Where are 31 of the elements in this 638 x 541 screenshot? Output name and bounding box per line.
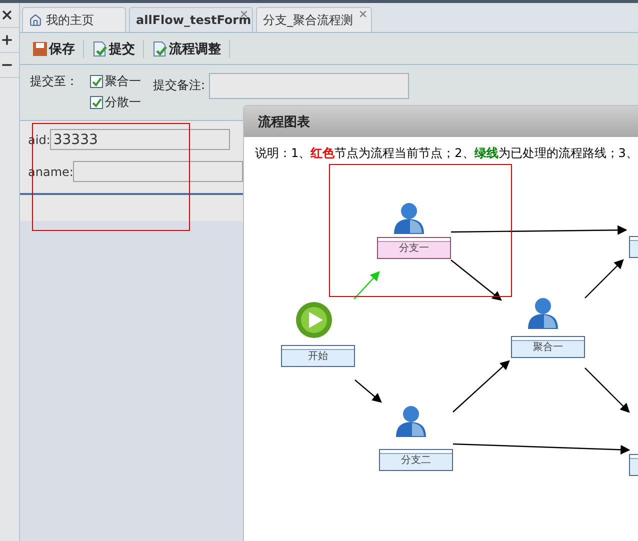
checkbox[interactable] — [90, 96, 103, 109]
flow-node[interactable]: 聚合一 — [511, 336, 585, 358]
save-button[interactable]: 保存 — [32, 40, 84, 58]
person-icon — [393, 404, 429, 440]
flow-node[interactable]: 开始 — [281, 345, 355, 367]
flow-node[interactable]: 分支一 — [377, 237, 451, 259]
checkbox[interactable] — [90, 75, 103, 88]
person-icon — [391, 201, 427, 237]
legend-note: 说明：1、红色节点为流程当前节点；2、绿线为已处理的流程路线；3、 — [254, 145, 638, 162]
document-check-icon — [92, 40, 108, 56]
input-field[interactable] — [73, 161, 244, 182]
submit-button[interactable]: 提交 — [92, 40, 144, 58]
tab[interactable]: 我的主页 — [22, 7, 126, 32]
tab[interactable]: allFlow_testForm — [129, 7, 253, 32]
floppy-icon — [32, 40, 48, 56]
person-icon — [525, 296, 561, 332]
checkbox-option[interactable]: 聚合一 — [90, 73, 141, 90]
adjust-button[interactable]: 流程调整 — [152, 40, 230, 58]
remark-field[interactable] — [209, 73, 410, 99]
flow-node[interactable]: 分支二 — [379, 449, 453, 471]
checkbox-option[interactable]: 分散一 — [90, 94, 141, 111]
play-icon — [295, 301, 333, 339]
input-field[interactable]: 33333 — [50, 129, 230, 150]
submit-to-label: 提交至： — [30, 73, 78, 90]
expand-icon[interactable] — [0, 33, 14, 47]
dialog-title: 流程图表 — [244, 106, 638, 137]
home-icon — [29, 14, 42, 26]
document-check-icon — [152, 40, 168, 56]
close-icon[interactable] — [0, 8, 14, 22]
tab[interactable]: 分支_聚合流程测 — [256, 7, 372, 32]
remark-label: 提交备注: — [153, 77, 206, 94]
